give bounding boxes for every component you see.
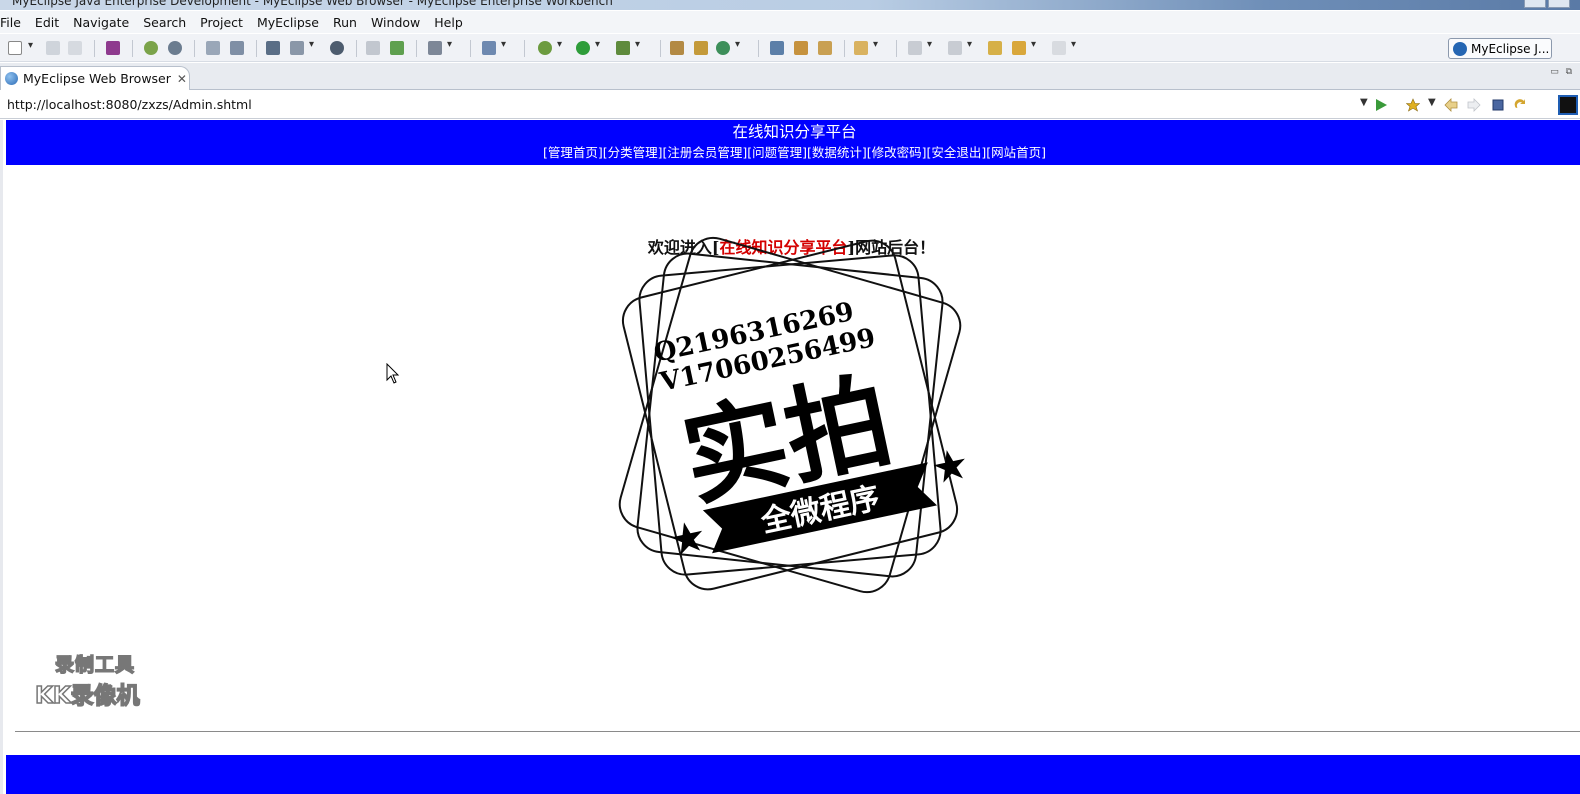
toolbar-separator <box>132 40 133 57</box>
nav-member-management[interactable]: [注册会员管理] <box>662 145 747 160</box>
toolbar-separator <box>194 40 195 57</box>
horizontal-divider <box>15 731 1580 732</box>
nav-logout[interactable]: [安全退出] <box>927 145 987 160</box>
add-icon[interactable] <box>390 41 404 55</box>
menu-file[interactable]: File <box>0 15 28 30</box>
mouse-cursor-icon <box>386 363 400 384</box>
toolbar-separator <box>256 40 257 57</box>
browser-back-icon[interactable] <box>1444 98 1458 112</box>
view-minimize-maximize-icon[interactable]: ▭ ⧉ <box>1550 67 1574 77</box>
new-class-icon[interactable] <box>716 39 740 55</box>
globe-icon <box>5 72 18 85</box>
run-server-icon[interactable] <box>290 39 314 55</box>
watermark-line-2: KK录像机 <box>34 682 140 710</box>
new-project-icon[interactable] <box>670 41 684 55</box>
stop-icon[interactable] <box>1491 98 1505 112</box>
open-type-icon[interactable] <box>770 41 784 55</box>
package-icon[interactable] <box>106 41 120 55</box>
nav-question-management[interactable]: [问题管理] <box>747 145 807 160</box>
back-icon[interactable] <box>1012 39 1036 55</box>
tab-label: MyEclipse Web Browser <box>23 71 171 86</box>
site-nav: [管理首页][分类管理][注册会员管理][问题管理][数据统计][修改密码][安… <box>6 142 1580 161</box>
nav-statistics[interactable]: [数据统计] <box>807 145 867 160</box>
toolbar-separator <box>356 40 357 57</box>
toolbar-separator <box>524 40 525 57</box>
next-annotation-icon[interactable] <box>908 39 932 55</box>
deploy-icon[interactable] <box>266 41 280 55</box>
nav-category-management[interactable]: [分类管理] <box>603 145 663 160</box>
debug-icon[interactable] <box>538 39 562 55</box>
tab-web-browser[interactable]: MyEclipse Web Browser ✕ <box>0 66 190 90</box>
window-title: MyEclipse Java Enterprise Development - … <box>12 0 613 8</box>
nav-change-password[interactable]: [修改密码] <box>867 145 927 160</box>
open-task-icon[interactable] <box>794 41 808 55</box>
browser-viewport: 在线知识分享平台 [管理首页][分类管理][注册会员管理][问题管理][数据统计… <box>0 120 1580 794</box>
edit-icon[interactable] <box>206 41 220 55</box>
new-package-icon[interactable] <box>694 41 708 55</box>
close-tab-icon[interactable]: ✕ <box>177 72 187 86</box>
perspective-switcher[interactable]: MyEclipse J... <box>1448 38 1552 59</box>
url-input[interactable] <box>7 97 1337 112</box>
open-resource-icon[interactable] <box>818 41 832 55</box>
menu-edit[interactable]: Edit <box>28 15 66 30</box>
nav-site-home[interactable]: [网站首页] <box>986 145 1046 160</box>
external-tools-icon[interactable] <box>616 39 640 55</box>
maximize-window-button[interactable] <box>1548 0 1570 8</box>
editor-tab-row: MyEclipse Web Browser ✕ ▭ ⧉ <box>0 63 1580 90</box>
save-icon[interactable] <box>46 41 60 55</box>
new-file-icon[interactable] <box>8 40 33 55</box>
site-title: 在线知识分享平台 <box>732 123 857 141</box>
bug-icon[interactable] <box>144 41 158 55</box>
window-title-bar: MyEclipse Java Enterprise Development - … <box>0 0 1580 10</box>
open-folder-icon[interactable] <box>366 41 380 55</box>
toolbar-separator <box>896 40 897 57</box>
perspective-label: MyEclipse J... <box>1471 41 1550 56</box>
last-edit-icon[interactable] <box>988 41 1002 55</box>
globe-icon[interactable] <box>330 41 344 55</box>
minimize-window-button[interactable] <box>1524 0 1546 8</box>
server-icon[interactable] <box>168 41 182 55</box>
browser-forward-icon[interactable] <box>1467 98 1481 112</box>
menu-project[interactable]: Project <box>193 15 250 30</box>
browser-address-bar: ▼ ▼ <box>0 91 1580 119</box>
recording-watermark: 录制工具 KK录像机 <box>34 650 175 710</box>
window-controls <box>1524 0 1570 8</box>
site-footer <box>6 755 1580 794</box>
print-icon[interactable] <box>68 41 82 55</box>
toolbar-separator <box>416 40 417 57</box>
toolbar-separator <box>470 40 471 57</box>
toolbar-separator <box>758 40 759 57</box>
menu-navigate[interactable]: Navigate <box>66 15 136 30</box>
camera-icon[interactable] <box>428 39 452 55</box>
toolbar-separator <box>94 40 95 57</box>
watermark-stamp: Q2196316269 V17060256499 实拍 全微程序 <box>618 236 965 594</box>
site-header: 在线知识分享平台 [管理首页][分类管理][注册会员管理][问题管理][数据统计… <box>6 120 1580 165</box>
main-toolbar: MyEclipse J... <box>0 34 1580 88</box>
favorites-icon[interactable] <box>1405 98 1421 112</box>
toolbar-separator <box>844 40 845 57</box>
myeclipse-perspective-icon <box>1453 41 1467 56</box>
menu-bar: File Edit Navigate Search Project MyEcli… <box>0 11 1580 33</box>
forward-icon[interactable] <box>1052 39 1076 55</box>
url-history-dropdown-icon[interactable]: ▼ <box>1360 97 1368 108</box>
new-wizard-icon[interactable] <box>482 39 506 55</box>
nav-admin-home[interactable]: [管理首页] <box>543 145 603 160</box>
run-icon[interactable] <box>576 39 600 55</box>
favorites-dropdown-icon[interactable]: ▼ <box>1428 97 1436 108</box>
menu-window[interactable]: Window <box>364 15 427 30</box>
previous-annotation-icon[interactable] <box>948 39 972 55</box>
folder-icon[interactable] <box>854 39 878 55</box>
menu-search[interactable]: Search <box>136 15 193 30</box>
menu-run[interactable]: Run <box>326 15 364 30</box>
go-icon[interactable] <box>1374 98 1388 112</box>
menu-myeclipse[interactable]: MyEclipse <box>250 15 326 30</box>
search-edit-icon[interactable] <box>230 41 244 55</box>
toolbar-separator <box>660 40 661 57</box>
watermark-line-1: 录制工具 <box>54 653 136 676</box>
refresh-icon[interactable] <box>1513 98 1527 112</box>
browser-menu-icon[interactable] <box>1558 95 1578 115</box>
menu-help[interactable]: Help <box>427 15 470 30</box>
